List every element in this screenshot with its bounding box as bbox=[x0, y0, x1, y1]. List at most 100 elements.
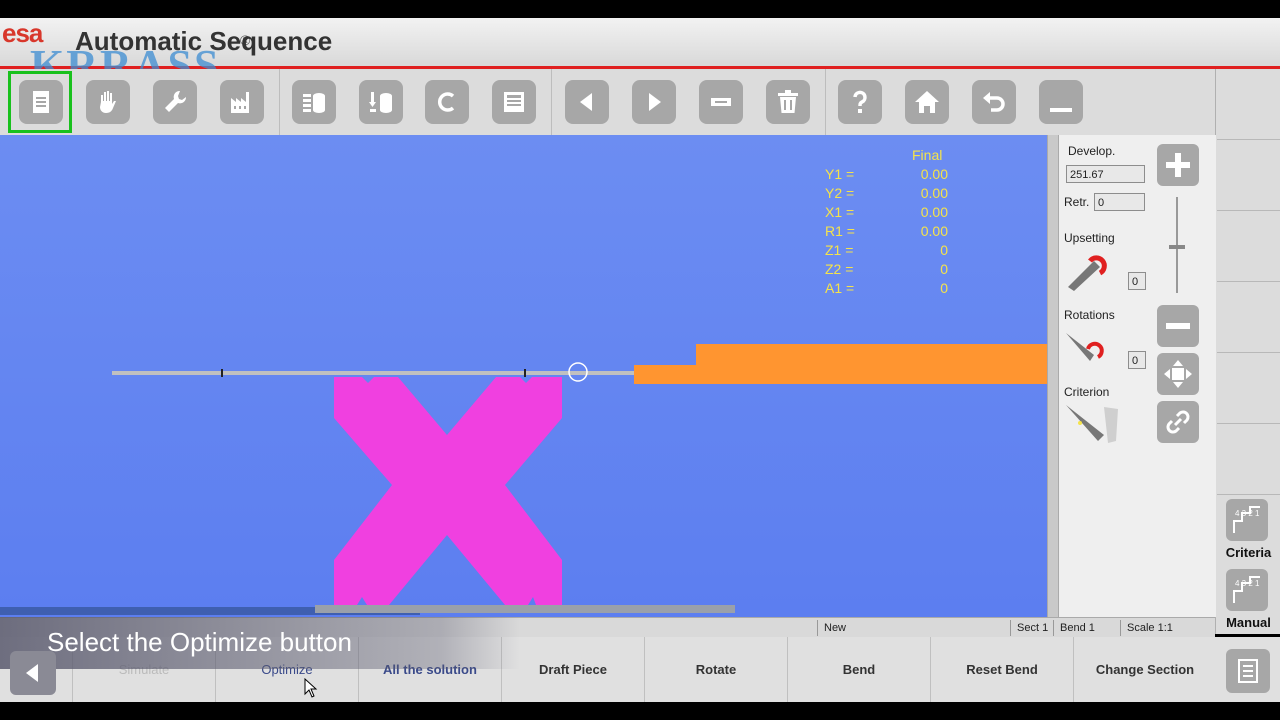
home-button[interactable] bbox=[905, 80, 949, 124]
pan-button[interactable] bbox=[1157, 353, 1199, 395]
readout-label: Z1 = bbox=[825, 242, 854, 258]
move-arrows-icon bbox=[1164, 360, 1192, 388]
sheet-tick bbox=[221, 369, 223, 377]
delete-button[interactable] bbox=[766, 80, 810, 124]
reset-bend-button[interactable]: Reset Bend bbox=[930, 637, 1073, 702]
criteria-label: Criteria bbox=[1225, 545, 1272, 560]
main-toolbar bbox=[0, 69, 1215, 136]
readout-label: A1 = bbox=[825, 280, 855, 296]
zoom-slider-thumb[interactable] bbox=[1169, 245, 1185, 249]
factory-icon bbox=[231, 92, 249, 113]
undo-button[interactable] bbox=[972, 80, 1016, 124]
remove-step-button[interactable] bbox=[699, 80, 743, 124]
rotations-label: Rotations bbox=[1064, 308, 1115, 322]
sequence-database-button[interactable] bbox=[359, 80, 403, 124]
zoom-out-button[interactable] bbox=[1157, 305, 1199, 347]
upsetting-tool-image[interactable] bbox=[1064, 247, 1120, 291]
criteria-button[interactable]: 4 3 2 1 bbox=[1226, 499, 1268, 541]
rotations-tool-image[interactable] bbox=[1064, 325, 1120, 369]
status-scale: Scale 1:1 bbox=[1120, 620, 1217, 636]
retr-label: Retr. bbox=[1064, 195, 1090, 209]
trash-icon bbox=[778, 90, 798, 113]
document-button[interactable] bbox=[19, 80, 63, 124]
report-list-icon bbox=[1238, 659, 1258, 683]
right-column-slot bbox=[1217, 353, 1280, 424]
bend-button[interactable]: Bend bbox=[787, 637, 930, 702]
manual-hand-button[interactable] bbox=[86, 80, 130, 124]
toolbar-divider bbox=[551, 69, 552, 135]
criterion-label: Criterion bbox=[1064, 385, 1110, 399]
right-column-slot bbox=[1217, 424, 1280, 495]
sequence-database-icon bbox=[369, 92, 392, 113]
develop-field[interactable]: 251.67 bbox=[1066, 165, 1145, 183]
c-letter-icon bbox=[437, 92, 455, 112]
video-bottom-strip bbox=[0, 702, 1280, 720]
toolbar-divider bbox=[279, 69, 280, 135]
link-button[interactable] bbox=[1157, 401, 1199, 443]
rotations-field[interactable]: 0 bbox=[1128, 351, 1146, 369]
rotate-button[interactable]: Rotate bbox=[644, 637, 787, 702]
tutorial-caption: Select the Optimize button bbox=[0, 617, 520, 669]
minus-icon bbox=[1166, 323, 1190, 329]
status-bend: Bend 1 bbox=[1053, 620, 1123, 636]
readout-header: Final bbox=[912, 147, 943, 163]
back-button[interactable] bbox=[10, 651, 56, 695]
next-button[interactable] bbox=[632, 80, 676, 124]
status-sect: Sect 1 bbox=[1010, 620, 1057, 636]
c-button[interactable] bbox=[425, 80, 469, 124]
database-button[interactable] bbox=[292, 80, 336, 124]
change-section-button[interactable]: Change Section bbox=[1073, 637, 1216, 702]
wrench-icon bbox=[165, 90, 187, 112]
document-icon bbox=[33, 91, 49, 113]
readout-value: 0 bbox=[940, 261, 948, 277]
manual-icon: 4 3 2 1 bbox=[1233, 576, 1260, 603]
previous-button[interactable] bbox=[565, 80, 609, 124]
arrow-left-icon bbox=[26, 664, 38, 682]
zoom-in-button[interactable] bbox=[1157, 144, 1199, 186]
minus-box-icon bbox=[711, 98, 731, 106]
manual-button[interactable]: 4 3 2 1 bbox=[1226, 569, 1268, 611]
right-column-slot bbox=[1217, 211, 1280, 282]
manual-label: Manual bbox=[1226, 615, 1271, 630]
upsetting-field[interactable]: 0 bbox=[1128, 272, 1146, 290]
criteria-icon: 4 3 2 1 bbox=[1233, 506, 1260, 533]
criteria-icon-digits: 4 3 2 1 bbox=[1235, 509, 1260, 518]
readout-value: 0.00 bbox=[920, 185, 948, 201]
database-icon bbox=[303, 93, 325, 113]
save-button[interactable] bbox=[492, 80, 536, 124]
home-icon bbox=[915, 91, 939, 113]
help-button[interactable] bbox=[838, 80, 882, 124]
right-column-slot bbox=[1217, 140, 1280, 211]
toolbar-divider bbox=[825, 69, 826, 135]
right-column-slot bbox=[1217, 69, 1280, 140]
readout-label: Z2 = bbox=[825, 261, 854, 277]
right-column-slot bbox=[1217, 282, 1280, 353]
develop-label: Develop. bbox=[1068, 144, 1116, 158]
readout-label: Y2 = bbox=[825, 185, 855, 201]
rotations-icon bbox=[1066, 333, 1104, 361]
minimize-icon bbox=[1050, 108, 1072, 112]
readout-value: 0 bbox=[940, 242, 948, 258]
minimize-button[interactable] bbox=[1039, 80, 1083, 124]
save-icon bbox=[504, 92, 524, 112]
factory-button[interactable] bbox=[220, 80, 264, 124]
report-button[interactable] bbox=[1226, 649, 1270, 693]
status-state: New bbox=[817, 620, 1012, 636]
upsetting-icon bbox=[1068, 255, 1107, 291]
readout-value: 0.00 bbox=[920, 223, 948, 239]
tools-button[interactable] bbox=[153, 80, 197, 124]
manual-icon-digits: 4 3 2 1 bbox=[1235, 579, 1260, 588]
right-column: 4 3 2 1 Criteria 4 3 2 1 Manual bbox=[1215, 69, 1280, 634]
app-title: Automatic Sequence bbox=[75, 26, 333, 56]
arrow-left-icon bbox=[580, 93, 592, 111]
retr-field[interactable]: 0 bbox=[1094, 193, 1145, 211]
bend-simulation-canvas[interactable]: Final Y1 = 0.00 Y2 = 0.00 X1 = 0.00 R1 = 0.00 Z1… bbox=[0, 135, 1047, 617]
readout-label: Y1 = bbox=[825, 166, 855, 182]
readout-label: R1 = bbox=[825, 223, 855, 239]
undo-icon bbox=[983, 92, 1005, 112]
criterion-tool-image[interactable] bbox=[1064, 401, 1124, 447]
tool-cross-shape bbox=[334, 377, 562, 605]
draft-piece-button[interactable]: Draft Piece bbox=[501, 637, 644, 702]
plus-icon bbox=[1166, 153, 1190, 177]
property-panel: Develop. 251.67 Retr. 0 Upsetting 0 Rota… bbox=[1058, 135, 1216, 617]
